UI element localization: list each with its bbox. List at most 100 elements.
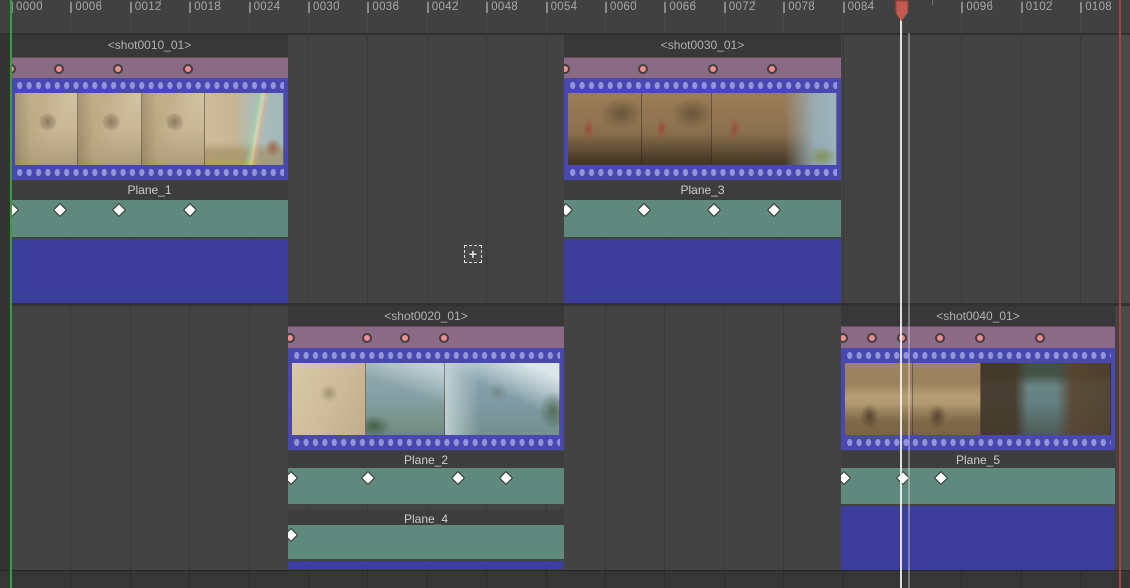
plane-keyframe-track[interactable] bbox=[288, 525, 564, 559]
subsection-track[interactable] bbox=[11, 239, 288, 303]
sequence-end-marker bbox=[1119, 0, 1121, 588]
keyframe-diamond[interactable] bbox=[288, 528, 298, 542]
shot-name: <shot0010_01> bbox=[108, 35, 191, 52]
keyframe-circle[interactable] bbox=[362, 333, 372, 343]
keyframe-circle[interactable] bbox=[638, 64, 648, 74]
keyframe-circle[interactable] bbox=[841, 333, 848, 343]
plane-track-label[interactable]: Plane_1 bbox=[11, 181, 288, 200]
shot-keyframe-track[interactable] bbox=[564, 57, 841, 79]
keyframe-circle[interactable] bbox=[183, 64, 193, 74]
filmstrip[interactable] bbox=[564, 78, 841, 180]
ruler-major-tick bbox=[1080, 2, 1082, 13]
ruler-major-tick bbox=[546, 2, 548, 13]
shot-keyframe-track[interactable] bbox=[841, 326, 1115, 348]
ruler-major-tick bbox=[249, 2, 251, 13]
keyframe-circle[interactable] bbox=[564, 64, 570, 74]
keyframe-circle[interactable] bbox=[897, 333, 907, 343]
plane-name: Plane_4 bbox=[404, 510, 448, 525]
keyframe-circle[interactable] bbox=[288, 333, 295, 343]
shot-keyframe-track[interactable] bbox=[11, 57, 288, 79]
ruler-major-tick bbox=[70, 2, 72, 13]
subsection-track[interactable] bbox=[841, 506, 1115, 570]
plane-keyframe-track[interactable] bbox=[564, 200, 841, 237]
keyframe-diamond[interactable] bbox=[706, 203, 720, 217]
keyframe-circle[interactable] bbox=[1035, 333, 1045, 343]
thumbnail bbox=[78, 93, 141, 165]
plane-name: Plane_5 bbox=[956, 451, 1000, 467]
ruler-major-tick bbox=[427, 2, 429, 13]
thumbnail bbox=[913, 363, 981, 435]
keyframe-diamond[interactable] bbox=[564, 203, 573, 217]
keyframe-circle[interactable] bbox=[767, 64, 777, 74]
plane-keyframe-track[interactable] bbox=[11, 200, 288, 237]
thumbnail bbox=[981, 363, 1111, 435]
keyframe-diamond[interactable] bbox=[182, 203, 196, 217]
plane-track-label[interactable]: Plane_4 bbox=[288, 510, 564, 525]
filmstrip[interactable] bbox=[841, 348, 1115, 450]
keyframe-diamond[interactable] bbox=[498, 471, 512, 485]
keyframe-diamond[interactable] bbox=[766, 203, 780, 217]
ruler-frame-label: 0084 bbox=[848, 1, 875, 13]
bottom-grid-line bbox=[961, 571, 962, 588]
bottom-grid-line bbox=[843, 571, 844, 588]
filmstrip-sprocket-holes bbox=[845, 438, 1111, 447]
bottom-grid-line bbox=[902, 571, 903, 588]
ruler-frame-label: 0024 bbox=[254, 1, 281, 13]
filmstrip-sprocket-holes bbox=[568, 81, 837, 90]
keyframe-circle[interactable] bbox=[975, 333, 985, 343]
keyframe-diamond[interactable] bbox=[841, 471, 851, 485]
timeline-ruler[interactable]: 0000000600120018002400300036004200480054… bbox=[0, 0, 1130, 33]
ruler-frame-label: 0078 bbox=[788, 1, 815, 13]
keyframe-circle[interactable] bbox=[400, 333, 410, 343]
ruler-frame-label: 0108 bbox=[1085, 1, 1112, 13]
bottom-grid-line bbox=[605, 571, 606, 588]
bottom-grid-line bbox=[546, 571, 547, 588]
shot-title-bar[interactable]: <shot0010_01> bbox=[11, 35, 288, 57]
shot-name: <shot0030_01> bbox=[661, 35, 744, 52]
ruler-frame-label: 0036 bbox=[372, 1, 399, 13]
plane-track-label[interactable]: Plane_3 bbox=[564, 181, 841, 200]
shot-title-bar[interactable]: <shot0040_01> bbox=[841, 306, 1115, 326]
keyframe-diamond[interactable] bbox=[933, 471, 947, 485]
keyframe-circle[interactable] bbox=[113, 64, 123, 74]
keyframe-diamond[interactable] bbox=[111, 203, 125, 217]
ruler-frame-label: 0030 bbox=[313, 1, 340, 13]
thumbnail bbox=[568, 93, 642, 165]
subsection-track[interactable] bbox=[564, 239, 841, 303]
plane-track-label[interactable]: Plane_2 bbox=[288, 451, 564, 468]
playhead-line bbox=[900, 0, 902, 588]
shot-title-bar[interactable]: <shot0030_01> bbox=[564, 35, 841, 57]
sequencer-timeline: <shot0010_01> Plane_1 <shot0020_01> Plane_2… bbox=[0, 0, 1130, 588]
keyframe-circle[interactable] bbox=[54, 64, 64, 74]
keyframe-diamond[interactable] bbox=[288, 471, 298, 485]
filmstrip[interactable] bbox=[288, 348, 564, 450]
thumbnail bbox=[292, 363, 366, 435]
plane-keyframe-track[interactable] bbox=[288, 468, 564, 504]
keyframe-circle[interactable] bbox=[708, 64, 718, 74]
ruler-separator bbox=[0, 33, 1130, 35]
bottom-grid-line bbox=[1080, 571, 1081, 588]
filmstrip[interactable] bbox=[11, 78, 288, 180]
keyframe-diamond[interactable] bbox=[360, 471, 374, 485]
bottom-grid-line bbox=[189, 571, 190, 588]
shot-keyframe-track[interactable] bbox=[288, 326, 564, 348]
keyframe-diamond[interactable] bbox=[52, 203, 66, 217]
row-separator bbox=[0, 303, 1130, 306]
plane-track-label[interactable]: Plane_5 bbox=[841, 451, 1115, 468]
ruler-frame-label: 0072 bbox=[729, 1, 756, 13]
sequence-start-marker bbox=[10, 0, 12, 588]
keyframe-diamond[interactable] bbox=[450, 471, 464, 485]
keyframe-diamond[interactable] bbox=[11, 203, 19, 217]
ruler-frame-label: 0066 bbox=[669, 1, 696, 13]
subsection-track[interactable] bbox=[288, 561, 564, 569]
filmstrip-sprocket-holes bbox=[15, 81, 284, 90]
thumbnail bbox=[366, 363, 444, 435]
filmstrip-sprocket-holes bbox=[15, 168, 284, 177]
keyframe-circle[interactable] bbox=[867, 333, 877, 343]
keyframe-circle[interactable] bbox=[935, 333, 945, 343]
shot-title-bar[interactable]: <shot0020_01> bbox=[288, 306, 564, 326]
bottom-grid-line bbox=[783, 571, 784, 588]
keyframe-circle[interactable] bbox=[439, 333, 449, 343]
plane-keyframe-track[interactable] bbox=[841, 468, 1115, 504]
keyframe-diamond[interactable] bbox=[636, 203, 650, 217]
